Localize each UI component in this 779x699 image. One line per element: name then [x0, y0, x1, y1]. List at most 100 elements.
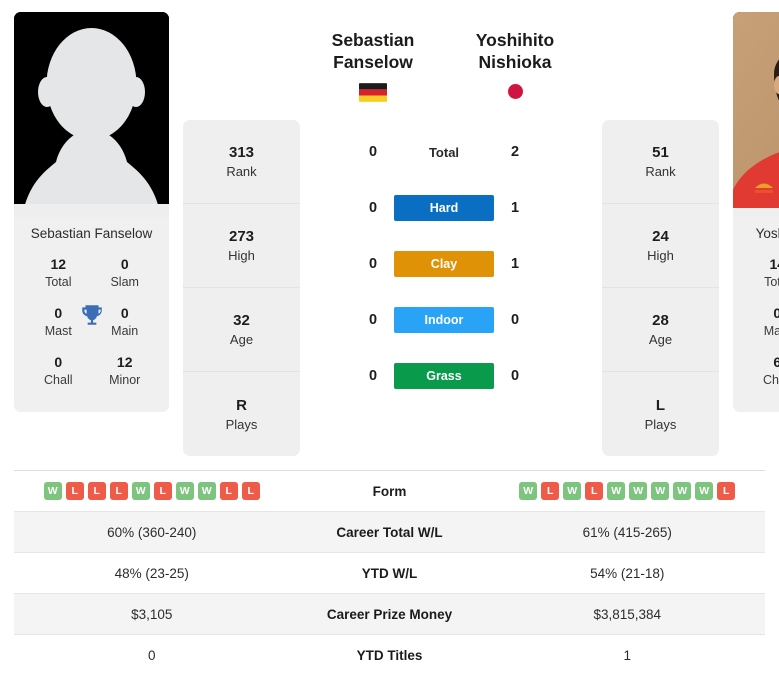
right-titles-chall: 6 Chall: [749, 353, 779, 388]
left-ytd-wl: 48% (23-25): [114, 565, 189, 581]
left-high-label: High: [228, 248, 255, 264]
h2h-total-right: 2: [510, 144, 520, 160]
left-high-value: 273: [228, 228, 255, 246]
left-form-badge-0[interactable]: W: [43, 482, 62, 500]
left-form-badge-7[interactable]: W: [197, 482, 216, 500]
left-player-name-heading: Sebastian Fanselow: [302, 30, 444, 102]
right-ytd-titles: 1: [623, 647, 631, 663]
right-titles-mast: 0 Mast: [749, 304, 779, 339]
h2h-hard-left: 0: [368, 200, 378, 216]
left-form-badge-6[interactable]: W: [175, 482, 194, 500]
left-titles-chall-label: Chall: [44, 373, 73, 388]
left-form-badge-5[interactable]: L: [153, 482, 172, 500]
left-stats-card: 313 Rank 273 High 32 Age R Plays: [183, 120, 300, 456]
right-ytd-wl: 54% (21-18): [590, 565, 665, 581]
right-titles-chall-label: Chall: [763, 373, 779, 388]
left-age-label: Age: [229, 332, 254, 348]
player-comparison-page: Sebastian Fanselow 12 Total 0 Slam 0 Mas…: [0, 0, 779, 699]
left-plays-value: R: [236, 396, 247, 414]
right-titles-total-label: Total: [764, 274, 779, 289]
right-age-label: Age: [648, 332, 673, 348]
table-row-career-prize-money: $3,105 Career Prize Money $3,815,384: [14, 593, 765, 634]
left-player-photo: [14, 12, 169, 217]
left-age-value: 32: [233, 312, 250, 330]
left-titles-row-bottom: 0 Chall 12 Minor: [20, 349, 163, 398]
right-titles-row-bottom: 6 Chall 5 Minor: [739, 349, 779, 398]
surface-badge-clay[interactable]: Clay: [394, 251, 494, 277]
right-form-badge-1[interactable]: L: [541, 482, 560, 500]
right-form-badge-6[interactable]: W: [651, 482, 670, 500]
left-player-name: Sebastian Fanselow: [14, 217, 169, 251]
right-age-cell: 28 Age: [602, 288, 719, 372]
table-row-career-total-wl: 60% (360-240) Career Total W/L 61% (415-…: [14, 511, 765, 552]
right-form-badge-2[interactable]: W: [563, 482, 582, 500]
right-titles-row-mid: 0 Mast 3 Main: [739, 300, 779, 349]
left-titles-minor: 12 Minor: [96, 353, 153, 388]
surface-badge-grass[interactable]: Grass: [394, 363, 494, 389]
left-titles-total-value: 12: [50, 256, 67, 272]
right-form-strip: WLWLWWWWWL: [490, 482, 766, 500]
h2h-total-label: Total: [428, 144, 460, 160]
left-rank-cell: 313 Rank: [183, 120, 300, 204]
left-titles-main-value: 0: [120, 305, 129, 322]
trophy-icon: [81, 305, 102, 325]
left-plays-label: Plays: [225, 416, 258, 432]
placeholder-avatar-icon: [14, 12, 169, 217]
row-label-ytd-wl: YTD W/L: [361, 565, 418, 581]
h2h-total-left: 0: [368, 144, 378, 160]
left-rank-value: 313: [228, 144, 255, 162]
player-portrait-image: [733, 12, 779, 217]
left-form-badge-4[interactable]: W: [131, 482, 150, 500]
left-titles-row-top: 12 Total 0 Slam: [20, 251, 163, 300]
left-form-badge-9[interactable]: L: [241, 482, 260, 500]
left-form-badge-1[interactable]: L: [65, 482, 84, 500]
left-titles-main: 0 Main: [96, 304, 153, 339]
h2h-indoor-right: 0: [510, 312, 520, 328]
head-to-head-rows: 0 Total 2 0 Hard 1 0 Clay 1 0 Indoor 0 0…: [300, 124, 588, 404]
head-to-head-column: Sebastian Fanselow Yoshihito Nishioka 0 …: [300, 12, 588, 404]
right-titles-grid: 14 Total 0 Slam 0 Mast: [733, 251, 779, 413]
left-titles-slam-value: 0: [120, 256, 129, 272]
right-career-total-wl: 61% (415-265): [582, 524, 672, 540]
table-row-ytd-wl: 48% (23-25) YTD W/L 54% (21-18): [14, 552, 765, 593]
japan-flag-icon: [507, 83, 523, 99]
left-titles-grid: 12 Total 0 Slam 0 Mast 0 Main 0 Chall 12…: [14, 251, 169, 413]
left-form-strip: WLLLWLWWLL: [14, 482, 290, 500]
left-high-cell: 273 High: [183, 204, 300, 288]
right-form-badge-5[interactable]: W: [629, 482, 648, 500]
right-form-badge-3[interactable]: L: [585, 482, 604, 500]
h2h-row-grass: 0 Grass 0: [300, 348, 588, 404]
surface-badge-hard[interactable]: Hard: [394, 195, 494, 221]
left-titles-chall: 0 Chall: [30, 353, 87, 388]
left-rank-label: Rank: [226, 164, 257, 180]
right-form-badge-9[interactable]: L: [717, 482, 736, 500]
h2h-grass-left: 0: [368, 368, 378, 384]
left-form-badge-8[interactable]: L: [219, 482, 238, 500]
comparison-table: WLLLWLWWLL Form WLWLWWWWWL 60% (360-240)…: [0, 470, 779, 675]
right-high-value: 24: [652, 228, 669, 246]
left-player-card[interactable]: Sebastian Fanselow 12 Total 0 Slam 0 Mas…: [14, 12, 169, 413]
left-titles-total-label: Total: [45, 274, 72, 289]
h2h-row-clay: 0 Clay 1: [300, 236, 588, 292]
right-player-photo: [733, 12, 779, 217]
right-high-label: High: [647, 248, 674, 264]
right-form-badge-4[interactable]: W: [607, 482, 626, 500]
table-row-ytd-titles: 0 YTD Titles 1: [14, 634, 765, 675]
right-titles-total: 14 Total: [749, 255, 779, 290]
right-form-badge-8[interactable]: W: [695, 482, 714, 500]
right-player-name-line2: Nishioka: [478, 51, 552, 72]
left-form-badge-3[interactable]: L: [109, 482, 128, 500]
right-plays-label: Plays: [644, 416, 677, 432]
right-titles-row-top: 14 Total 0 Slam: [739, 251, 779, 300]
left-titles-total: 12 Total: [30, 255, 87, 290]
h2h-row-hard: 0 Hard 1: [300, 180, 588, 236]
right-form-badge-7[interactable]: W: [673, 482, 692, 500]
left-titles-slam-label: Slam: [110, 274, 139, 289]
surface-badge-indoor[interactable]: Indoor: [394, 307, 494, 333]
right-player-card[interactable]: Yoshihito Nishioka 14 Total 0 Slam: [733, 12, 779, 413]
left-form-badge-2[interactable]: L: [87, 482, 106, 500]
right-form-badge-0[interactable]: W: [519, 482, 538, 500]
right-player-name-heading: Yoshihito Nishioka: [444, 30, 586, 99]
right-titles-total-value: 14: [769, 256, 779, 272]
right-rank-value: 51: [652, 144, 669, 162]
